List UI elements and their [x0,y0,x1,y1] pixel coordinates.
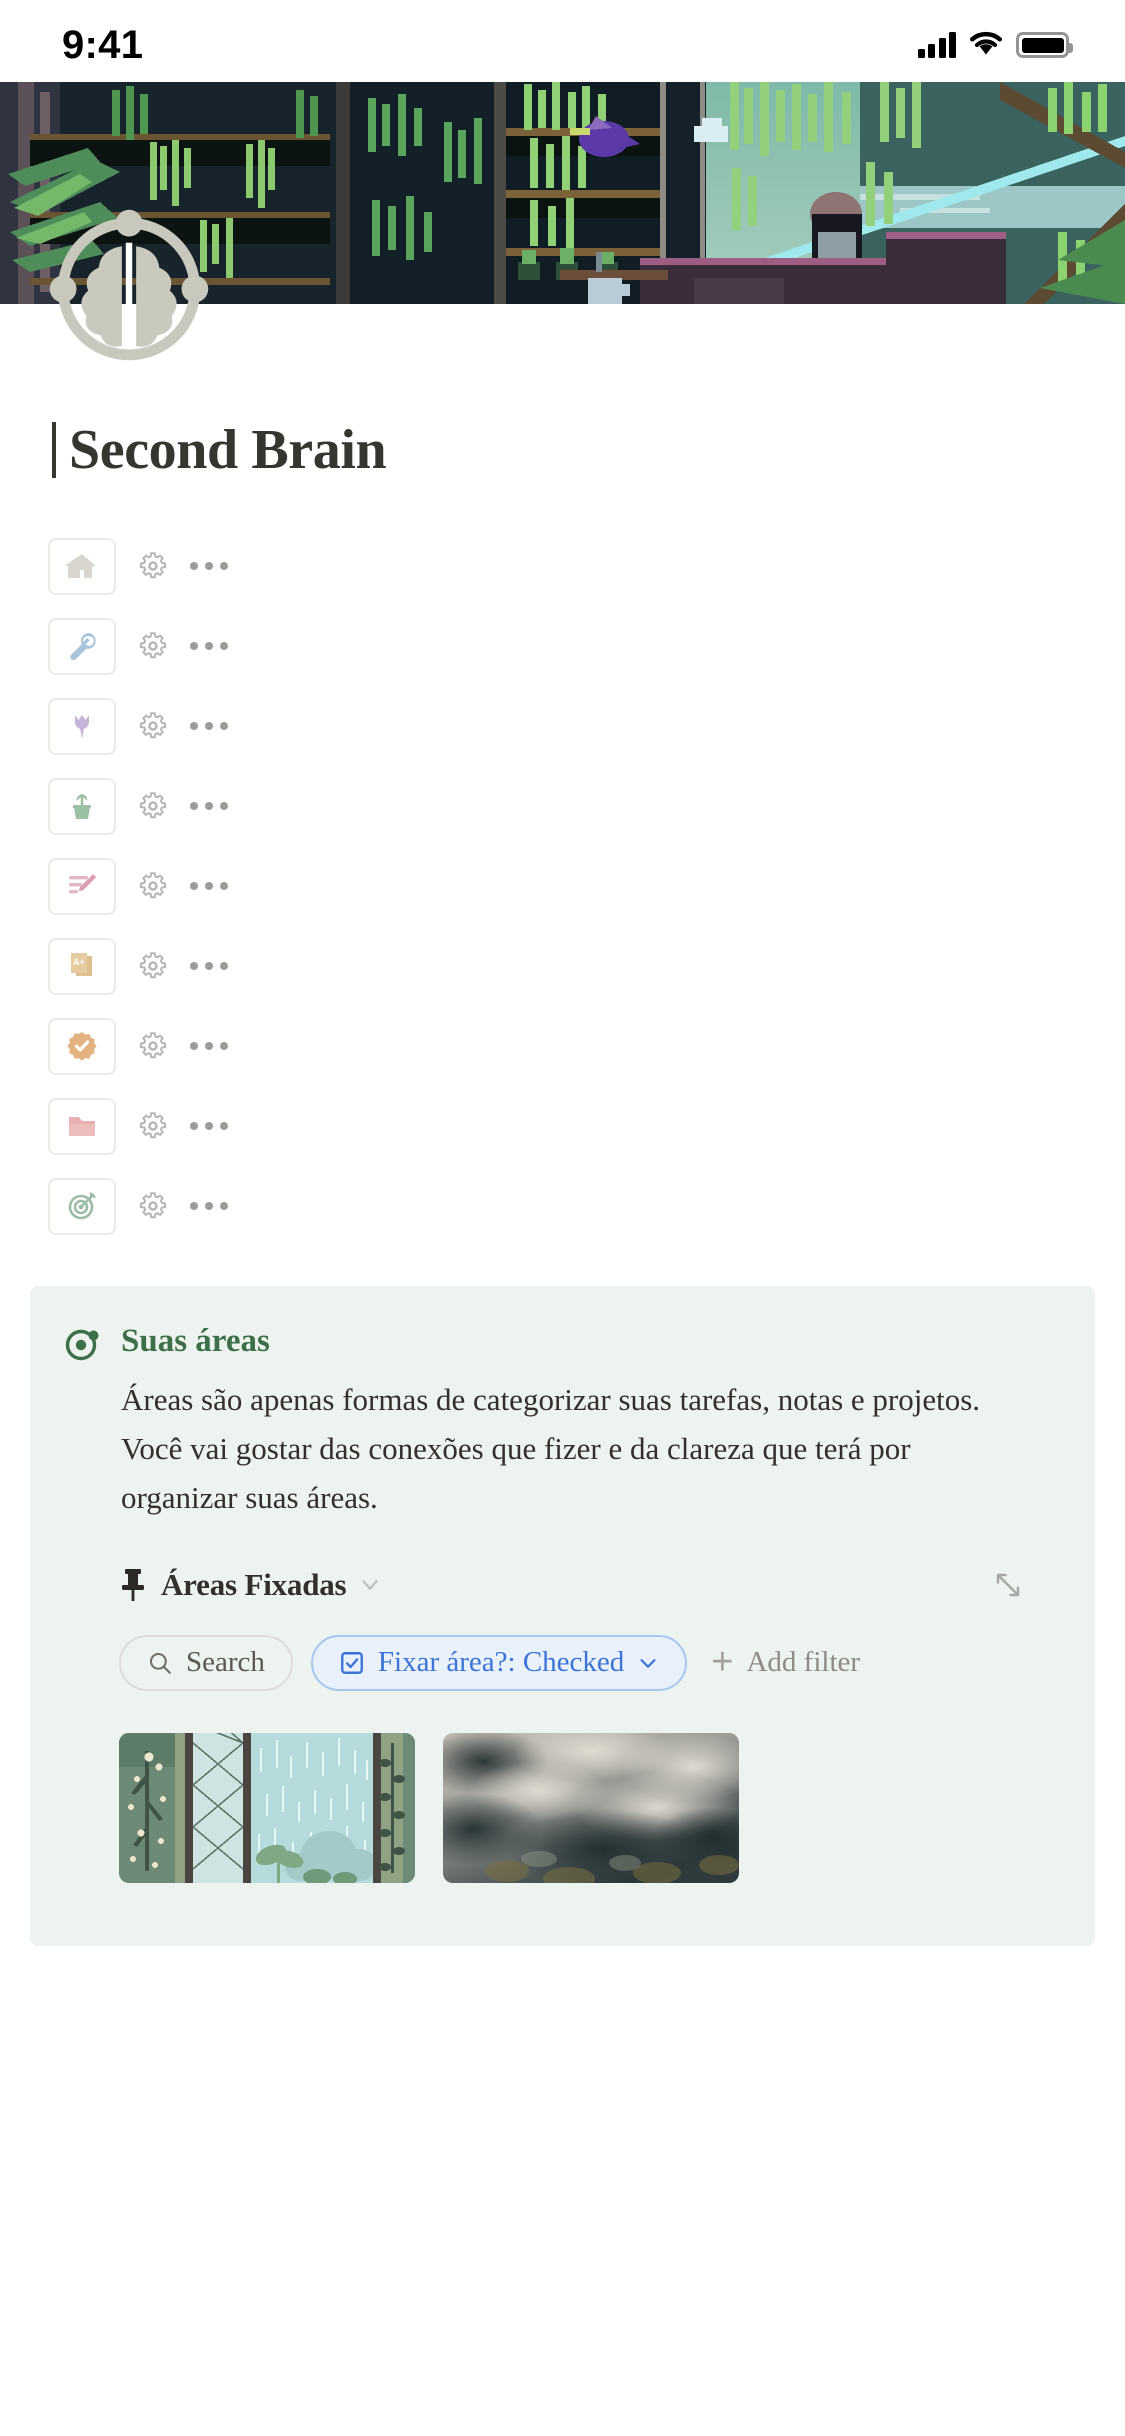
page-title: Second Brain [69,419,387,481]
gear-icon[interactable] [138,951,168,981]
search-icon [147,1650,173,1676]
target-dart-icon[interactable] [48,1177,116,1235]
status-time: 9:41 [62,22,144,67]
gear-icon[interactable] [138,1111,168,1141]
gear-icon[interactable] [138,871,168,901]
memo-pencil-icon[interactable] [48,857,116,915]
more-options-icon[interactable] [190,562,228,570]
chevron-down-icon[interactable] [359,1574,381,1596]
signal-bars-icon [917,32,956,58]
checkbox-checked-icon [339,1650,365,1676]
expand-diagonal-icon[interactable] [993,1570,1023,1600]
chevron-down-icon[interactable] [637,1652,659,1674]
callout-text: Áreas são apenas formas de categorizar s… [121,1381,981,1515]
add-filter-label: Add filter [746,1646,861,1678]
record-target-icon [64,1326,100,1362]
gear-icon[interactable] [138,1191,168,1221]
more-options-icon[interactable] [190,882,228,890]
icon-rows-list: A+ [0,526,1125,1246]
pinned-areas-label: Áreas Fixadas [161,1566,347,1602]
gear-icon[interactable] [138,711,168,741]
tulip-icon[interactable] [48,697,116,755]
list-item[interactable] [0,686,1125,766]
folder-icon[interactable] [48,1097,116,1155]
pushpin-icon [119,1568,147,1602]
list-item[interactable] [0,606,1125,686]
wrench-icon[interactable] [48,617,116,675]
gear-icon[interactable] [138,1031,168,1061]
a-plus-paper-icon[interactable]: A+ [48,937,116,995]
filter-bar: Search Fixar área?: Checked + Add filter [119,1634,1061,1691]
battery-icon [1016,32,1073,58]
list-item[interactable] [0,1006,1125,1086]
filter-chip-label: Fixar área?: Checked [377,1646,625,1678]
gear-icon[interactable] [138,791,168,821]
list-item[interactable] [0,766,1125,846]
areas-card-gallery [119,1732,1061,1883]
callout-title: Suas áreas [121,1323,270,1359]
list-item[interactable] [0,846,1125,926]
check-badge-icon[interactable] [48,1017,116,1075]
wifi-icon [969,30,1003,61]
callout-header: Suas áreas Áreas são apenas formas de ca… [64,1322,1061,1523]
potted-plant-icon[interactable] [48,777,116,835]
list-item[interactable] [0,526,1125,606]
list-item[interactable]: A+ [0,926,1125,1006]
more-options-icon[interactable] [190,1202,228,1210]
areas-callout: Suas áreas Áreas são apenas formas de ca… [30,1286,1095,1946]
house-icon[interactable] [48,537,116,595]
card-misty-mountain[interactable] [443,1732,739,1883]
more-options-icon[interactable] [190,722,228,730]
add-filter-button[interactable]: + Add filter [705,1641,861,1684]
gear-icon[interactable] [138,551,168,581]
more-options-icon[interactable] [190,1042,228,1050]
text-cursor [52,422,56,478]
search-input[interactable]: Search [119,1634,293,1691]
more-options-icon[interactable] [190,802,228,810]
more-options-icon[interactable] [190,962,228,970]
search-label: Search [186,1646,265,1678]
more-options-icon[interactable] [190,1122,228,1130]
pinned-areas-header[interactable]: Áreas Fixadas [119,1567,1061,1603]
card-rainy-window[interactable] [119,1732,415,1883]
status-bar: 9:41 [0,0,1125,82]
filter-chip-fixar-area[interactable]: Fixar área?: Checked [310,1634,688,1691]
list-item[interactable] [0,1166,1125,1246]
list-item[interactable] [0,1086,1125,1166]
gear-icon[interactable] [138,631,168,661]
more-options-icon[interactable] [190,642,228,650]
plus-icon: + [711,1641,734,1684]
status-indicators [917,22,1073,61]
svg-text:A+: A+ [73,957,85,967]
brain-icon[interactable] [40,200,218,378]
